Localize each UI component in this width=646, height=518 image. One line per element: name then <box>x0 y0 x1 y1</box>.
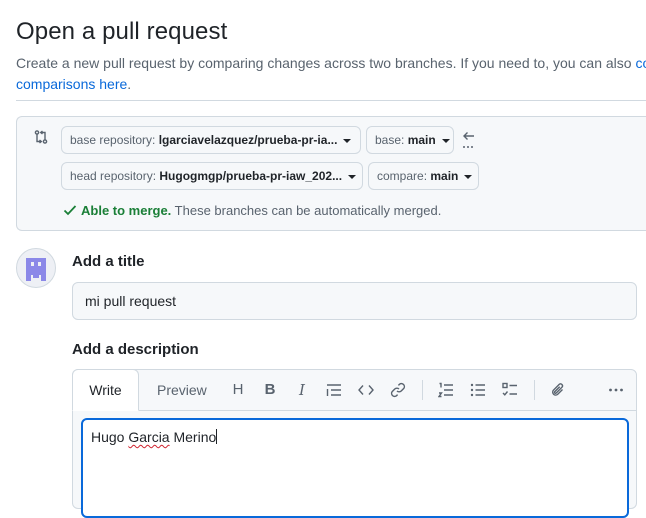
swap-arrow-icon[interactable] <box>462 129 476 153</box>
head-repository-select[interactable]: head repository: Hugogmgp/prueba-pr-iaw_… <box>61 162 363 190</box>
head-repository-value: Hugogmgp/prueba-pr-iaw_202... <box>159 169 343 183</box>
base-branch-label: base: <box>375 133 408 147</box>
task-list-icon[interactable] <box>502 382 518 398</box>
code-icon[interactable] <box>358 382 374 398</box>
tab-preview[interactable]: Preview <box>157 370 207 410</box>
compare-branch-select[interactable]: compare: main <box>368 162 479 190</box>
chevron-down-icon <box>441 138 450 143</box>
description-text-post: Merino <box>169 429 217 445</box>
heading-icon[interactable]: H <box>230 382 246 398</box>
pr-title-input[interactable]: mi pull request <box>72 282 637 320</box>
kebab-horizontal-icon[interactable] <box>608 382 624 398</box>
branch-compare-panel: base repository: lgarciavelazquez/prueba… <box>16 116 646 231</box>
paperclip-icon[interactable] <box>550 382 566 398</box>
compare-across-forks-link-start[interactable]: cor <box>635 55 646 71</box>
base-branch-select[interactable]: base: main <box>366 126 454 154</box>
check-icon <box>63 204 77 216</box>
avatar[interactable] <box>16 248 56 288</box>
title-heading: Add a title <box>72 253 145 270</box>
description-heading: Add a description <box>72 341 199 358</box>
compare-branch-label: compare: <box>377 169 431 183</box>
base-repository-select[interactable]: base repository: lgarciavelazquez/prueba… <box>61 126 361 154</box>
base-repository-value: lgarciavelazquez/prueba-pr-ia... <box>158 133 338 147</box>
ordered-list-icon[interactable] <box>438 382 454 398</box>
git-compare-icon <box>33 129 49 145</box>
merge-note-text: These branches can be automatically merg… <box>171 203 442 218</box>
compare-across-forks-link[interactable]: comparisons here <box>16 76 127 92</box>
chevron-down-icon <box>343 138 352 143</box>
divider <box>16 100 646 101</box>
chevron-down-icon <box>464 174 473 179</box>
base-repository-label: base repository: <box>70 133 159 147</box>
base-branch-value: main <box>407 133 436 147</box>
head-repository-label: head repository: <box>70 169 160 183</box>
link-icon[interactable] <box>390 382 406 398</box>
description-editor: Write Preview H B I Hugo Garcia Merino <box>72 369 637 518</box>
italic-icon[interactable]: I <box>294 382 310 398</box>
merge-ok-text: Able to merge. <box>81 203 172 218</box>
page-subtitle: Create a new pull request by comparing c… <box>16 53 646 95</box>
tab-write[interactable]: Write <box>72 369 139 411</box>
description-text-pre: Hugo <box>91 429 129 445</box>
description-textarea[interactable]: Hugo Garcia Merino <box>81 418 629 518</box>
bold-icon[interactable]: B <box>262 382 278 398</box>
merge-status: Able to merge. These branches can be aut… <box>63 203 441 218</box>
subtitle-text: Create a new pull request by comparing c… <box>16 55 636 71</box>
toolbar-divider <box>422 380 423 400</box>
compare-branch-value: main <box>430 169 459 183</box>
description-text-misspelled: Garcia <box>128 429 170 445</box>
page-title: Open a pull request <box>16 18 228 45</box>
text-cursor <box>216 429 218 444</box>
quote-icon[interactable] <box>326 382 342 398</box>
subtitle-punct: . <box>127 76 132 92</box>
unordered-list-icon[interactable] <box>470 382 486 398</box>
chevron-down-icon <box>348 174 357 179</box>
toolbar-divider <box>534 380 535 400</box>
editor-toolbar: Write Preview H B I <box>72 369 636 411</box>
